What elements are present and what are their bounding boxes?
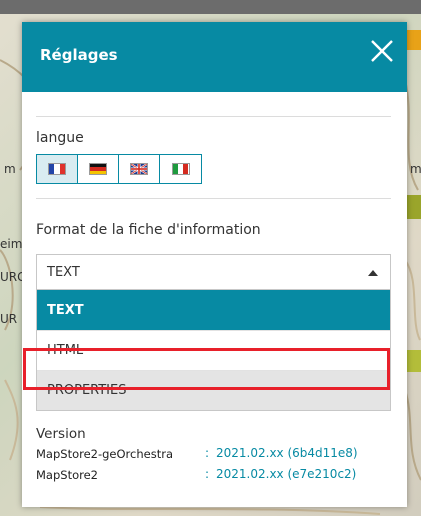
map-label: UR: [0, 312, 18, 326]
version-separator: :: [205, 446, 210, 460]
version-link[interactable]: 2021.02.xx (6b4d11e8): [216, 446, 358, 460]
option-text[interactable]: TEXT: [37, 290, 390, 330]
language-button-fr[interactable]: [37, 155, 78, 183]
option-html[interactable]: HTML: [37, 330, 390, 370]
dialog-header: Réglages: [22, 22, 407, 92]
divider: [36, 198, 391, 199]
info-format-select[interactable]: TEXT: [36, 254, 391, 290]
caret-up-icon[interactable]: [368, 270, 378, 276]
info-format-label: Format de la fiche d'information: [36, 222, 261, 238]
language-selector: [36, 154, 202, 184]
map-label: eim: [0, 237, 23, 251]
language-button-it[interactable]: [160, 155, 201, 183]
version-separator: :: [205, 467, 210, 481]
version-name: MapStore2-geOrchestra: [36, 447, 173, 461]
top-bar: [0, 0, 421, 14]
close-button[interactable]: [369, 38, 395, 64]
language-label: langue: [36, 130, 84, 146]
flag-germany-icon: [89, 163, 107, 175]
info-format-options: TEXT HTML PROPERTIES: [36, 290, 391, 411]
map-label: m: [4, 162, 16, 176]
flag-italy-icon: [171, 163, 190, 175]
language-button-en[interactable]: [119, 155, 160, 183]
close-icon: [371, 40, 393, 62]
map-label: m: [410, 162, 421, 176]
option-properties[interactable]: PROPERTIES: [37, 370, 390, 410]
dialog-title: Réglages: [40, 46, 118, 64]
version-name: MapStore2: [36, 468, 98, 482]
divider: [36, 116, 391, 117]
flag-uk-icon: [130, 163, 148, 175]
flag-france-icon: [48, 163, 66, 175]
version-title: Version: [36, 426, 86, 442]
version-link[interactable]: 2021.02.xx (e7e210c2): [216, 467, 356, 481]
settings-dialog: Réglages langue Format de la fiche d'inf…: [22, 22, 407, 507]
select-value: TEXT: [47, 265, 80, 280]
language-button-de[interactable]: [78, 155, 119, 183]
